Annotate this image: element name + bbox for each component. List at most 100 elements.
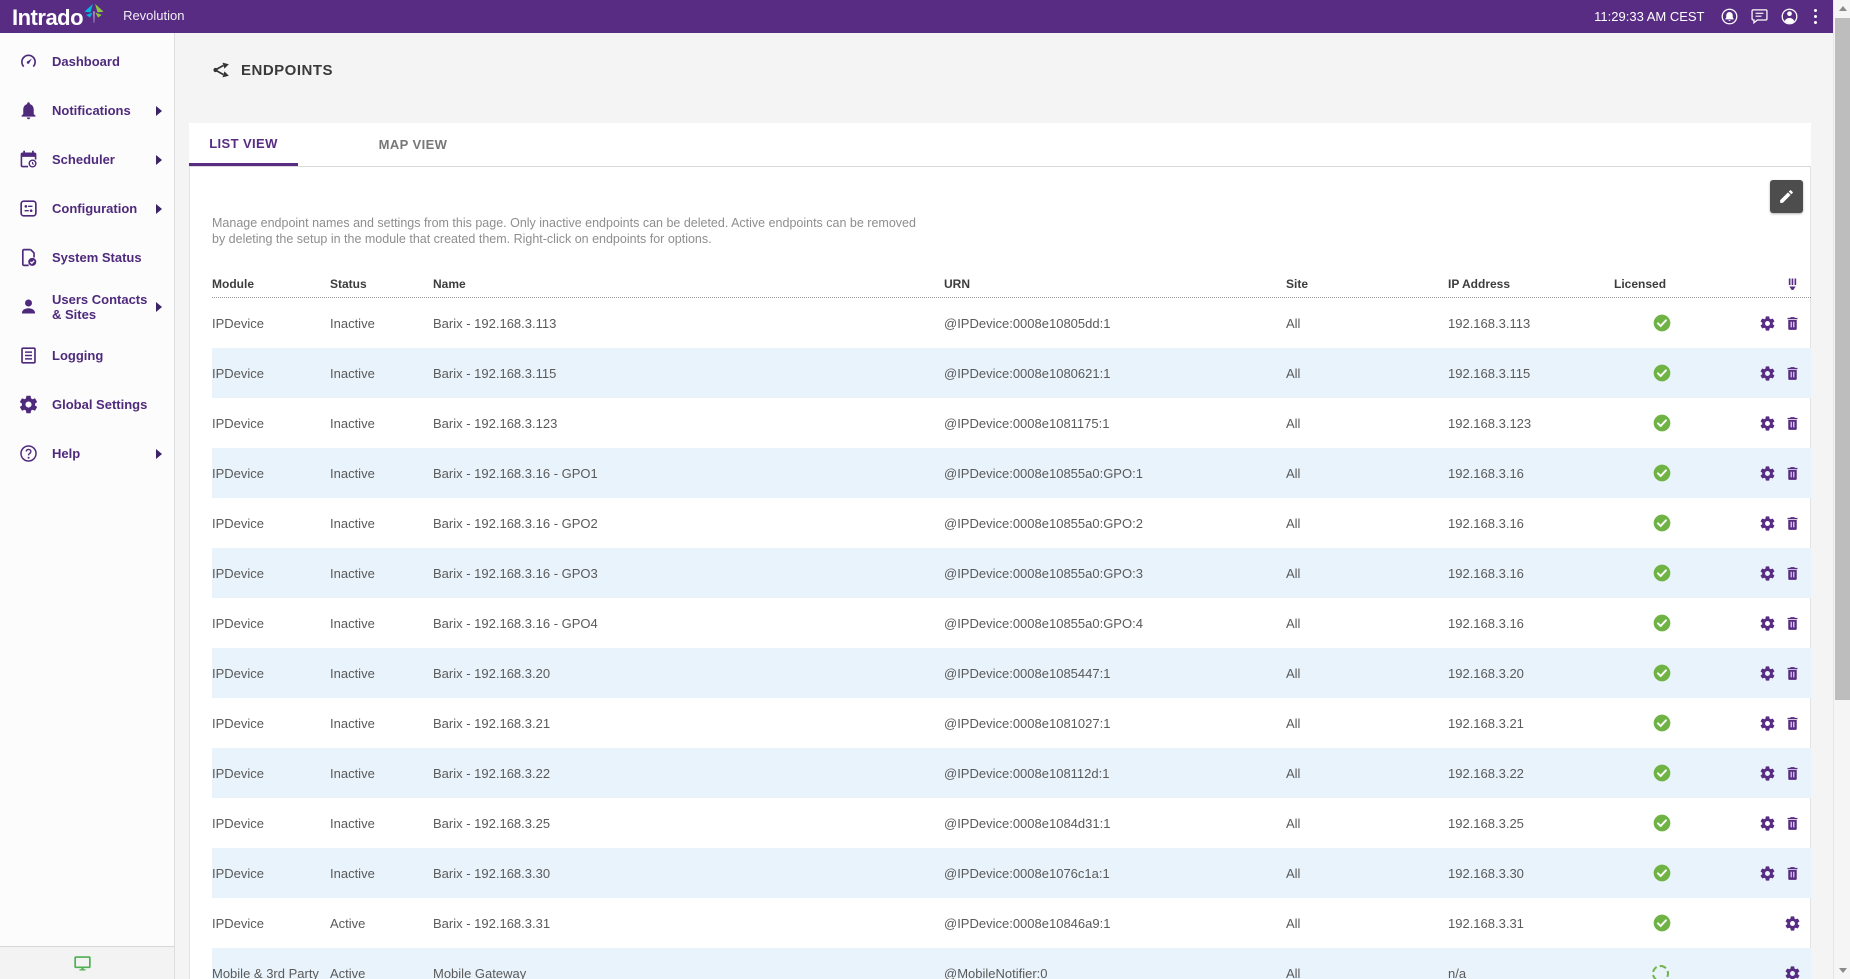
header-licensed[interactable]: Licensed <box>1614 277 1745 292</box>
sidebar-item-users-contacts-sites[interactable]: Users Contacts & Sites <box>0 282 174 331</box>
delete-icon[interactable] <box>1784 465 1801 482</box>
logo-text: Intrado <box>12 5 83 31</box>
table-row[interactable]: IPDevice Inactive Barix - 192.168.3.115 … <box>212 348 1811 398</box>
header-name[interactable]: Name <box>433 277 944 292</box>
delete-icon[interactable] <box>1784 815 1801 832</box>
header-ip-address[interactable]: IP Address <box>1448 277 1614 292</box>
scroll-up-icon[interactable] <box>1834 0 1850 17</box>
settings-icon[interactable] <box>1759 465 1776 482</box>
table-row[interactable]: IPDevice Inactive Barix - 192.168.3.16 -… <box>212 498 1811 548</box>
table-row[interactable]: IPDevice Inactive Barix - 192.168.3.22 @… <box>212 748 1811 798</box>
cell-site: All <box>1286 416 1448 431</box>
header-module[interactable]: Module <box>212 277 330 292</box>
licensed-check-icon <box>1652 563 1672 583</box>
delete-icon[interactable] <box>1784 515 1801 532</box>
cell-licensed <box>1614 413 1745 433</box>
delete-icon[interactable] <box>1784 415 1801 432</box>
settings-icon[interactable] <box>1759 815 1776 832</box>
table-row[interactable]: IPDevice Inactive Barix - 192.168.3.16 -… <box>212 448 1811 498</box>
settings-icon[interactable] <box>1784 965 1801 979</box>
table-header: Module Status Name URN Site IP Address L… <box>212 272 1811 298</box>
app-logo[interactable]: Intrado <box>0 3 109 31</box>
sidebar-item-notifications[interactable]: Notifications <box>0 86 174 135</box>
sidebar-item-scheduler[interactable]: Scheduler <box>0 135 174 184</box>
cell-actions <box>1745 315 1811 332</box>
vertical-scrollbar[interactable] <box>1833 0 1850 979</box>
header-status[interactable]: Status <box>330 277 433 292</box>
delete-icon[interactable] <box>1784 315 1801 332</box>
table-row[interactable]: IPDevice Inactive Barix - 192.168.3.20 @… <box>212 648 1811 698</box>
table-row[interactable]: IPDevice Inactive Barix - 192.168.3.113 … <box>212 298 1811 348</box>
cell-module: IPDevice <box>212 766 330 781</box>
table-row[interactable]: IPDevice Inactive Barix - 192.168.3.16 -… <box>212 598 1811 648</box>
overflow-menu-icon[interactable] <box>1810 7 1822 27</box>
chat-icon[interactable] <box>1750 7 1769 26</box>
page-description-line1: Manage endpoint names and settings from … <box>212 216 916 230</box>
cell-actions <box>1745 915 1811 932</box>
cell-licensed <box>1614 813 1745 833</box>
scroll-down-icon[interactable] <box>1834 962 1850 979</box>
cell-name: Barix - 192.168.3.123 <box>433 416 944 431</box>
delete-icon[interactable] <box>1784 715 1801 732</box>
delete-icon[interactable] <box>1784 615 1801 632</box>
settings-icon[interactable] <box>1759 765 1776 782</box>
cell-status: Inactive <box>330 416 433 431</box>
cell-module: IPDevice <box>212 866 330 881</box>
cell-ip-address: 192.168.3.31 <box>1448 916 1614 931</box>
tab-list-view[interactable]: LIST VIEW <box>189 123 298 166</box>
settings-icon[interactable] <box>1759 365 1776 382</box>
settings-icon[interactable] <box>1759 715 1776 732</box>
sidebar-item-label: Scheduler <box>52 152 156 167</box>
account-icon[interactable] <box>1780 7 1799 26</box>
delete-icon[interactable] <box>1784 865 1801 882</box>
system-monitor-icon[interactable] <box>72 953 93 974</box>
doccheck-icon <box>18 247 39 268</box>
settings-icon[interactable] <box>1759 565 1776 582</box>
header-urn[interactable]: URN <box>944 277 1286 292</box>
settings-icon[interactable] <box>1759 315 1776 332</box>
table-row[interactable]: IPDevice Inactive Barix - 192.168.3.123 … <box>212 398 1811 448</box>
header-actions <box>1745 276 1811 293</box>
table-row[interactable]: IPDevice Inactive Barix - 192.168.3.30 @… <box>212 848 1811 898</box>
sidebar-item-system-status[interactable]: System Status <box>0 233 174 282</box>
table-row[interactable]: IPDevice Active Barix - 192.168.3.31 @IP… <box>212 898 1811 948</box>
cell-status: Inactive <box>330 716 433 731</box>
cell-site: All <box>1286 366 1448 381</box>
column-selector-icon[interactable] <box>1784 276 1801 293</box>
settings-icon[interactable] <box>1759 615 1776 632</box>
table-row[interactable]: IPDevice Inactive Barix - 192.168.3.16 -… <box>212 548 1811 598</box>
settings-icon[interactable] <box>1759 865 1776 882</box>
scrollbar-thumb[interactable] <box>1835 18 1850 700</box>
settings-icon[interactable] <box>1759 415 1776 432</box>
table-row[interactable]: IPDevice Inactive Barix - 192.168.3.21 @… <box>212 698 1811 748</box>
delete-icon[interactable] <box>1784 765 1801 782</box>
edit-button[interactable] <box>1770 180 1803 213</box>
cell-actions <box>1745 565 1811 582</box>
table-row[interactable]: Mobile & 3rd Party Active Mobile Gateway… <box>212 948 1811 979</box>
settings-icon[interactable] <box>1759 515 1776 532</box>
sidebar-item-dashboard[interactable]: Dashboard <box>0 37 174 86</box>
cell-status: Active <box>330 916 433 931</box>
cell-actions <box>1745 965 1811 979</box>
table-row[interactable]: IPDevice Inactive Barix - 192.168.3.25 @… <box>212 798 1811 848</box>
cell-urn: @IPDevice:0008e1081175:1 <box>944 416 1286 431</box>
tab-map-view[interactable]: MAP VIEW <box>298 123 528 166</box>
delete-icon[interactable] <box>1784 565 1801 582</box>
cell-licensed <box>1614 763 1745 783</box>
header-site[interactable]: Site <box>1286 277 1448 292</box>
licensed-check-icon <box>1652 613 1672 633</box>
cell-site: All <box>1286 316 1448 331</box>
sidebar-item-label: Global Settings <box>52 397 168 412</box>
cell-status: Inactive <box>330 516 433 531</box>
settings-icon[interactable] <box>1784 915 1801 932</box>
cell-urn: @IPDevice:0008e1085447:1 <box>944 666 1286 681</box>
sidebar-item-logging[interactable]: Logging <box>0 331 174 380</box>
alerts-icon[interactable] <box>1720 7 1739 26</box>
cell-actions <box>1745 515 1811 532</box>
delete-icon[interactable] <box>1784 665 1801 682</box>
sidebar-item-global-settings[interactable]: Global Settings <box>0 380 174 429</box>
sidebar-item-configuration[interactable]: Configuration <box>0 184 174 233</box>
settings-icon[interactable] <box>1759 665 1776 682</box>
delete-icon[interactable] <box>1784 365 1801 382</box>
sidebar-item-help[interactable]: Help <box>0 429 174 478</box>
